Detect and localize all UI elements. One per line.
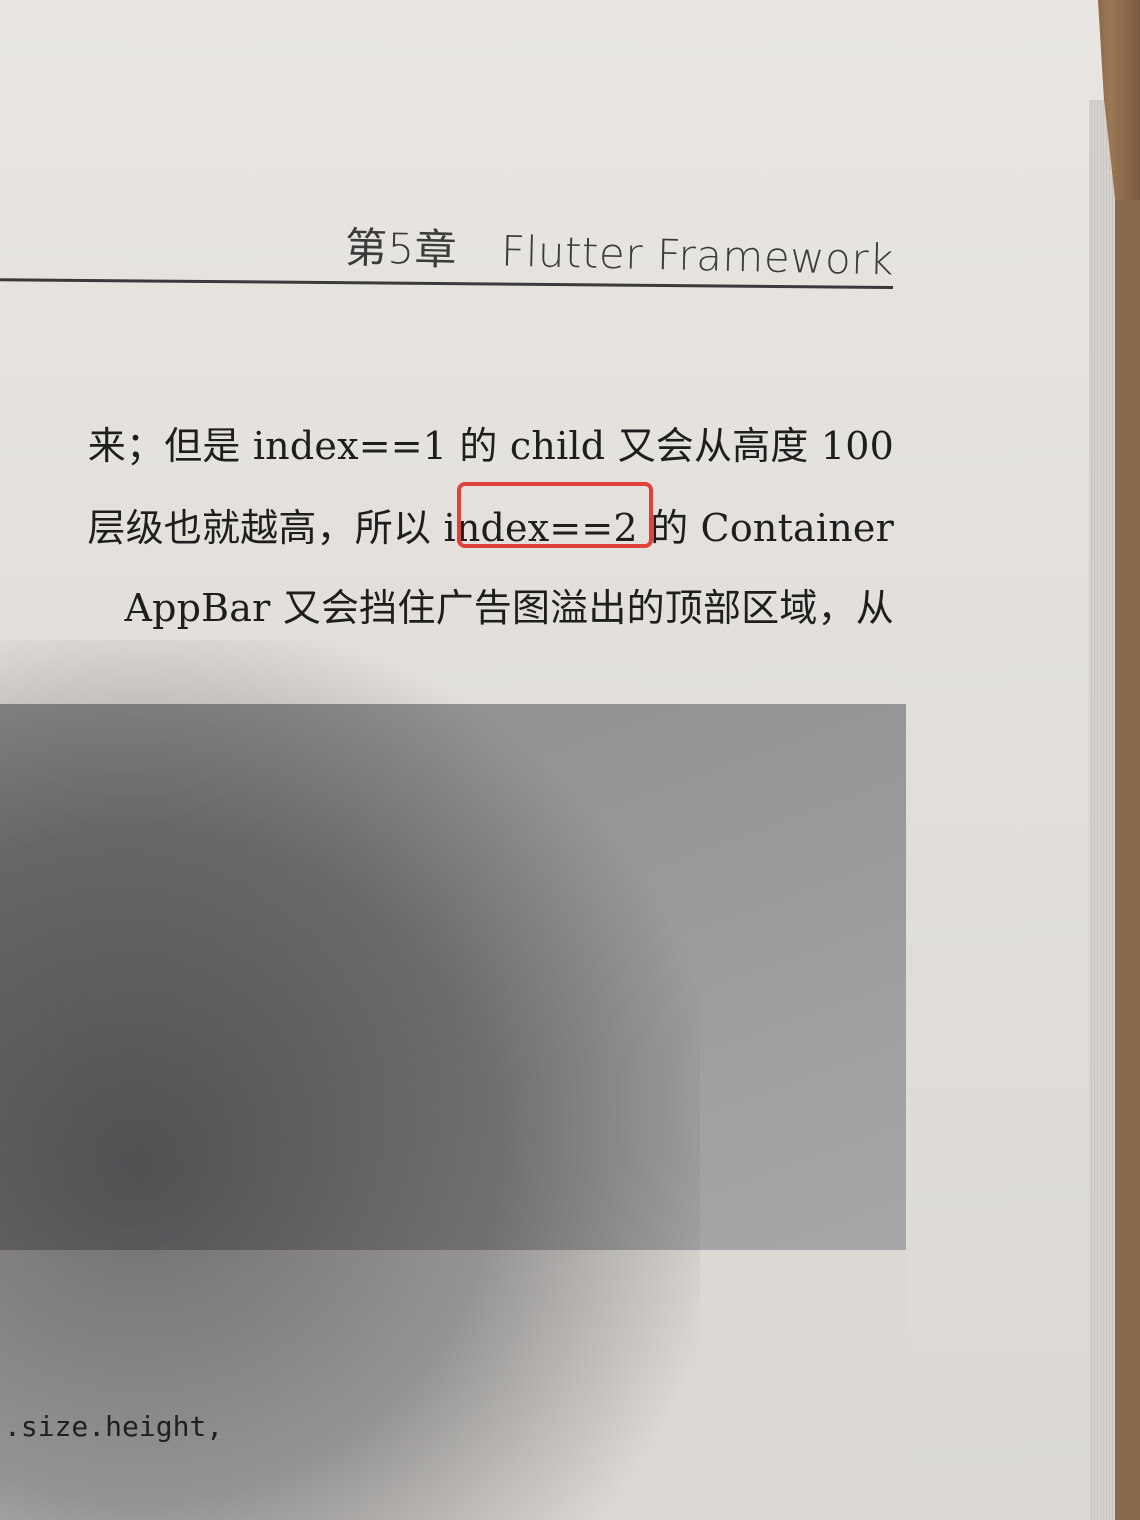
chapter-title: Flutter Framework (500, 226, 895, 285)
chapter-label: 第5章 (344, 223, 458, 275)
page-edges (1089, 100, 1115, 1520)
body-line-1: 来；但是 index==1 的 child 又会从高度 100 (87, 424, 894, 468)
body-line-3: AppBar 又会挡住广告图溢出的顶部区域，从 (124, 586, 894, 630)
body-line-2-end: 的 Container (637, 506, 894, 550)
body-line-2-start: 层级也就越高，所以 (87, 506, 444, 550)
book-page: 第5章 Flutter Framework 来；但是 index==1 的 chi… (0, 0, 1115, 1520)
body-line-2: 层级也就越高，所以 index==2 的 Container (0, 497, 894, 552)
code-fragment: .size.height, (4, 1410, 224, 1443)
red-highlight-box (457, 482, 653, 548)
figure-lower-area (0, 1250, 906, 1520)
running-header: 第5章 Flutter Framework (344, 214, 905, 287)
